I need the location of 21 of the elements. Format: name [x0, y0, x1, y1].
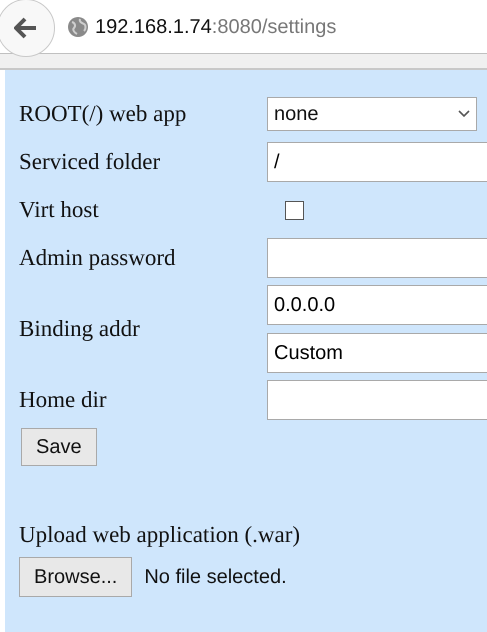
field-label: Serviced folder [19, 148, 162, 176]
text-field[interactable]: / [267, 142, 487, 182]
text-field[interactable]: Custom [267, 333, 487, 373]
upload-title: Upload web application (.war) [19, 521, 302, 549]
save-button[interactable]: Save [21, 428, 97, 466]
back-arrow-icon [14, 16, 38, 38]
text-field[interactable] [267, 238, 487, 278]
field-label: Binding addr [19, 314, 141, 343]
text-field[interactable] [267, 380, 487, 420]
text-field[interactable]: 0.0.0.0 [267, 285, 487, 325]
chevron-down-icon [458, 110, 470, 118]
field-label: ROOT(/) web app [19, 100, 188, 128]
select-dropdown[interactable]: none [267, 97, 477, 131]
globe-icon [67, 16, 89, 38]
checkbox[interactable] [285, 200, 304, 220]
browse-button[interactable]: Browse... [19, 556, 132, 596]
file-status: No file selected. [144, 564, 287, 590]
field-label: Home dir [19, 386, 108, 414]
back-button[interactable] [0, 0, 55, 56]
field-label: Virt host [19, 196, 100, 224]
field-label: Admin password [19, 244, 177, 272]
